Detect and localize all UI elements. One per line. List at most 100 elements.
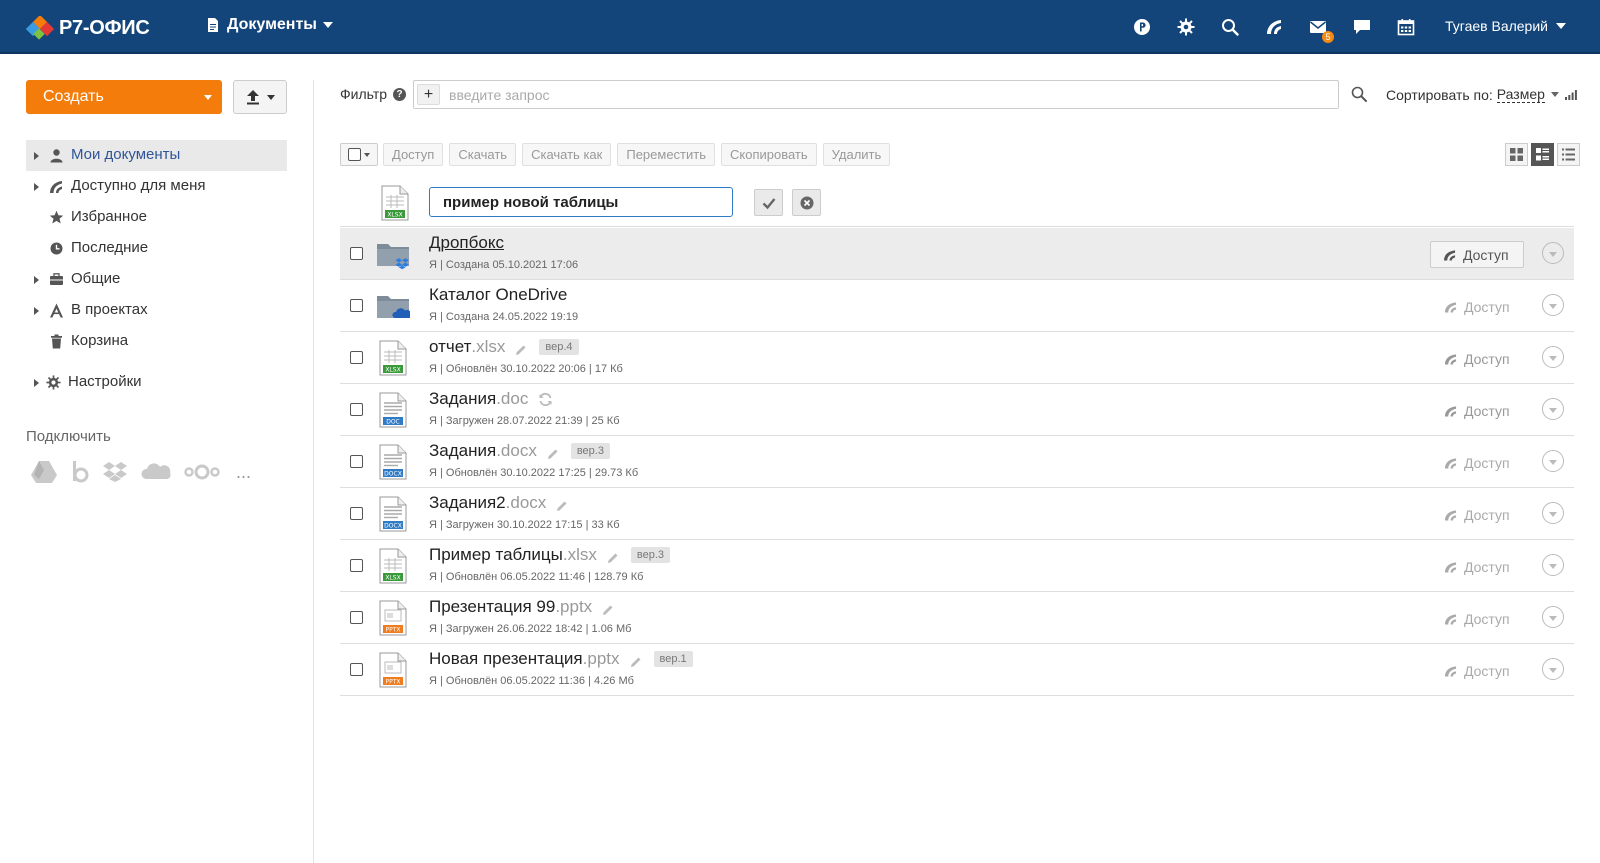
file-row[interactable]: DOC Задания .doc Я | Загружен 28.07.2022… [340,384,1574,436]
share-button[interactable]: Доступ [1430,605,1524,632]
connect-nextcloud[interactable] [184,460,220,484]
share-button[interactable]: Доступ [1430,553,1524,580]
pencil-icon[interactable] [547,445,559,459]
create-button[interactable]: Создать [26,80,222,114]
view-tiles-button[interactable] [1505,143,1528,166]
row-menu-button[interactable] [1542,346,1564,368]
row-checkbox[interactable] [350,403,363,416]
connect-box[interactable] [70,460,90,484]
row-menu-button[interactable] [1542,242,1564,264]
file-row[interactable]: DOCX Задания2 .docx Я | Загружен 30.10.2… [340,488,1574,540]
module-switcher[interactable]: Документы [207,16,333,34]
row-checkbox[interactable] [350,351,363,364]
sort-value[interactable]: Размер [1496,86,1545,103]
expand-arrow-icon[interactable] [34,276,39,284]
cancel-button[interactable] [792,189,821,216]
p-logo-button[interactable] [1132,17,1152,37]
sidebar-item-common[interactable]: Общие [26,264,287,295]
share-button[interactable]: Доступ [1430,345,1524,372]
user-menu[interactable]: Тугаев Валерий [1445,18,1566,34]
connect-onedrive[interactable] [140,460,172,484]
mail-button[interactable]: 5 [1308,17,1334,43]
connect-google-drive[interactable] [30,460,58,484]
file-row[interactable]: XLSX Пример таблицы .xlsx вер.3 Я | Обно… [340,540,1574,592]
logo[interactable]: Р7-ОФИС [26,14,150,42]
move-button[interactable]: Переместить [617,143,715,166]
share-button[interactable]: Доступ [1430,501,1524,528]
file-row[interactable]: DOCX Задания .docx вер.3 Я | Обновлён 30… [340,436,1574,488]
sidebar-item-trash[interactable]: Корзина [26,326,287,357]
select-all-dropdown[interactable] [340,143,378,166]
file-row[interactable]: PPTX Новая презентация .pptx вер.1 Я | О… [340,644,1574,696]
expand-arrow-icon[interactable] [34,379,39,387]
sidebar-item-my-documents[interactable]: Мои документы [26,140,287,171]
settings-button[interactable] [1176,17,1196,37]
row-menu-button[interactable] [1542,554,1564,576]
version-badge[interactable]: вер.1 [653,651,693,667]
feed-button[interactable] [1264,17,1284,37]
search-icon[interactable] [1351,86,1367,102]
sidebar-item-favorites[interactable]: Избранное [26,202,287,233]
calendar-button[interactable] [1396,17,1416,37]
pencil-icon[interactable] [515,341,527,355]
filter-search-input[interactable] [449,85,1319,105]
sidebar-item-shared-with-me[interactable]: Доступно для меня [26,171,287,202]
version-badge[interactable]: вер.3 [570,443,610,459]
delete-button[interactable]: Удалить [822,143,891,166]
new-file-name-input[interactable] [429,187,733,217]
pencil-icon[interactable] [556,497,568,511]
expand-arrow-icon[interactable] [34,183,39,191]
connect-dropbox[interactable] [102,460,128,484]
file-name[interactable]: Задания [429,441,496,461]
file-name[interactable]: Презентация 99 [429,597,555,617]
row-checkbox[interactable] [350,247,363,260]
version-badge[interactable]: вер.3 [630,547,671,563]
copy-button[interactable]: Скопировать [721,143,817,166]
download-as-button[interactable]: Скачать как [522,143,612,166]
pencil-icon[interactable] [607,549,619,563]
file-row[interactable]: Дропбокс Я | Создана 05.10.2021 17:06 До… [340,228,1574,280]
expand-arrow-icon[interactable] [34,152,39,160]
file-name[interactable]: Задания [429,389,496,409]
row-menu-button[interactable] [1542,606,1564,628]
help-icon[interactable]: ? [393,87,407,101]
sidebar-item-recent[interactable]: Последние [26,233,287,264]
row-checkbox[interactable] [350,455,363,468]
chat-button[interactable] [1352,17,1372,37]
sidebar-item-settings[interactable]: Настройки [26,367,287,398]
share-button[interactable]: Доступ [1430,241,1524,268]
file-name[interactable]: Дропбокс [429,233,504,253]
file-row[interactable]: PPTX Презентация 99 .pptx Я | Загружен 2… [340,592,1574,644]
share-action-button[interactable]: Доступ [383,143,444,166]
pencil-icon[interactable] [602,601,614,615]
pencil-icon[interactable] [630,653,642,667]
share-button[interactable]: Доступ [1430,449,1524,476]
view-list-button[interactable] [1557,143,1580,166]
upload-button[interactable] [233,80,287,114]
row-checkbox[interactable] [350,507,363,520]
row-checkbox[interactable] [350,611,363,624]
select-all-checkbox[interactable] [348,148,361,161]
file-row[interactable]: Каталог OneDrive Я | Создана 24.05.2022 … [340,280,1574,332]
row-checkbox[interactable] [350,299,363,312]
row-menu-button[interactable] [1542,294,1564,316]
confirm-button[interactable] [754,189,783,216]
sort-direction-icon[interactable] [1564,89,1577,100]
version-badge[interactable]: вер.4 [539,339,579,355]
row-menu-button[interactable] [1542,398,1564,420]
add-filter-button[interactable]: + [417,84,440,105]
file-name[interactable]: отчет [429,337,471,357]
sort-control[interactable]: Сортировать по: Размер [1386,86,1577,103]
file-name[interactable]: Задания2 [429,493,506,513]
view-compact-button[interactable] [1531,143,1554,166]
share-button[interactable]: Доступ [1430,397,1524,424]
row-checkbox[interactable] [350,663,363,676]
row-checkbox[interactable] [350,559,363,572]
file-name[interactable]: Каталог OneDrive [429,285,567,305]
file-row[interactable]: XLSX отчет .xlsx вер.4 Я | Обновлён 30.1… [340,332,1574,384]
sidebar-item-projects[interactable]: В проектах [26,295,287,326]
file-name[interactable]: Пример таблицы [429,545,563,565]
row-menu-button[interactable] [1542,658,1564,680]
share-button[interactable]: Доступ [1430,293,1524,320]
file-name[interactable]: Новая презентация [429,649,583,669]
